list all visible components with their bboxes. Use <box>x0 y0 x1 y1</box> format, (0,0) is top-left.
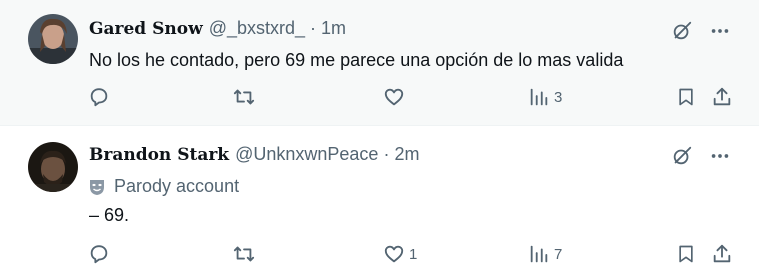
handle[interactable]: @_bxstxrd_ <box>209 18 305 39</box>
retweet-button[interactable] <box>232 243 256 265</box>
like-button[interactable]: 1 <box>383 243 417 265</box>
bookmark-button[interactable] <box>676 243 696 265</box>
separator-dot: · <box>383 144 390 164</box>
views-icon <box>528 86 550 108</box>
views-icon <box>528 243 550 265</box>
tweet-top-actions <box>671 20 731 42</box>
tweet[interactable]: Brandon Stark @UnknxwnPeace · 2m Parody … <box>0 126 759 270</box>
display-name[interactable]: Brandon Stark <box>89 145 229 165</box>
like-icon <box>383 243 405 265</box>
tweet-text: – 69. <box>89 205 130 225</box>
like-icon <box>383 86 405 108</box>
like-button[interactable] <box>383 86 409 108</box>
reply-button[interactable] <box>88 86 110 108</box>
separator-dot: · <box>310 18 317 38</box>
retweet-icon <box>232 86 256 108</box>
tweet-text: No los he contado, pero 69 me parece una… <box>89 50 624 70</box>
grok-icon[interactable] <box>671 145 693 167</box>
views-count: 7 <box>554 245 563 263</box>
timestamp[interactable]: 1m <box>321 18 346 39</box>
retweet-icon <box>232 243 256 265</box>
share-icon <box>711 243 733 265</box>
tweet-header: Gared Snow @_bxstxrd_ · 1m <box>89 18 346 39</box>
reply-icon <box>88 86 110 108</box>
parody-mask-icon <box>89 178 105 196</box>
share-button[interactable] <box>711 86 733 108</box>
more-icon[interactable] <box>709 20 731 42</box>
like-count: 1 <box>409 245 418 263</box>
avatar[interactable] <box>28 142 78 192</box>
tweet-top-actions <box>671 145 731 167</box>
bookmark-button[interactable] <box>676 86 696 108</box>
views-button[interactable]: 3 <box>528 86 562 108</box>
retweet-button[interactable] <box>232 86 256 108</box>
display-name[interactable]: Gared Snow <box>89 19 203 39</box>
handle[interactable]: @UnknxwnPeace <box>235 144 378 165</box>
grok-icon[interactable] <box>671 20 693 42</box>
parody-label: Parody account <box>114 176 240 196</box>
tweet-action-bar: 3 <box>0 86 759 112</box>
bookmark-icon <box>676 243 696 265</box>
share-icon <box>711 86 733 108</box>
tweet-header: Brandon Stark @UnknxwnPeace · 2m <box>89 144 419 165</box>
reply-button[interactable] <box>88 243 110 265</box>
views-count: 3 <box>554 88 563 106</box>
tweet[interactable]: Gared Snow @_bxstxrd_ · 1m No los he con… <box>0 0 759 126</box>
bookmark-icon <box>676 86 696 108</box>
parody-badge: Parody account <box>89 176 239 197</box>
avatar[interactable] <box>28 14 78 64</box>
share-button[interactable] <box>711 243 733 265</box>
reply-icon <box>88 243 110 265</box>
views-button[interactable]: 7 <box>528 243 562 265</box>
timestamp[interactable]: 2m <box>394 144 419 165</box>
tweet-action-bar: 1 7 <box>0 243 759 269</box>
more-icon[interactable] <box>709 145 731 167</box>
